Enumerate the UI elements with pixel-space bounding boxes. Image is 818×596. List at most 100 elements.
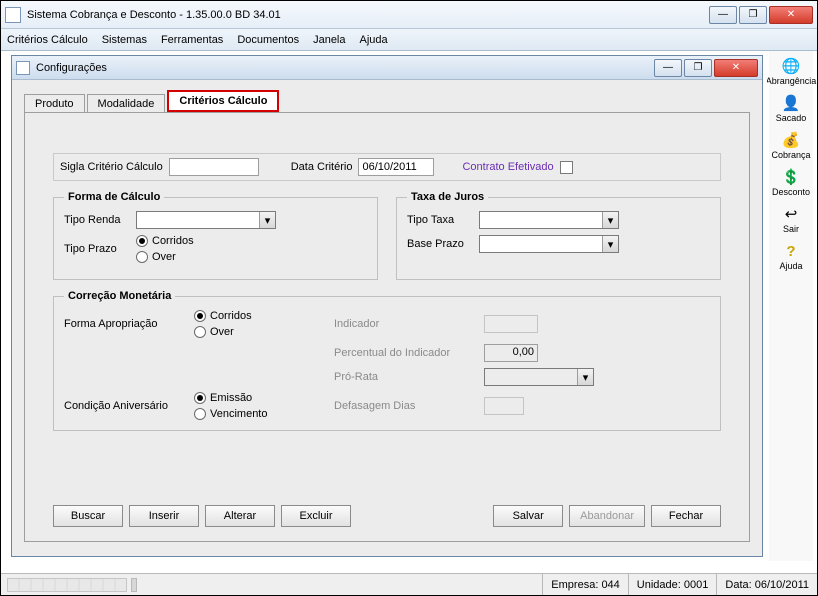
status-handle[interactable] (131, 578, 137, 592)
tool-desconto[interactable]: 💲 Desconto (772, 168, 810, 197)
tool-abrangencia[interactable]: 🌐 Abrangência (766, 57, 817, 86)
percentual-value: 0,00 (484, 344, 538, 362)
menu-janela[interactable]: Janela (313, 34, 345, 46)
tipo-taxa-label: Tipo Taxa (407, 214, 479, 226)
indicador-label: Indicador (334, 318, 474, 330)
tipo-renda-label: Tipo Renda (64, 214, 136, 226)
tipo-prazo-over-radio[interactable]: Over (136, 251, 194, 263)
help-icon: ? (782, 242, 800, 260)
globe-icon: 🌐 (782, 57, 800, 75)
chevron-down-icon: ▾ (577, 369, 593, 385)
tool-label: Ajuda (779, 261, 802, 271)
group-taxa-juros: Taxa de Juros Tipo Taxa ▾ Base Prazo (396, 191, 721, 280)
data-criterio-input[interactable] (358, 158, 434, 176)
percentual-label: Percentual do Indicador (334, 347, 474, 359)
inserir-button[interactable]: Inserir (129, 505, 199, 527)
inner-titlebar: Configurações — ❐ ✕ (12, 56, 762, 80)
group-correcao-monetaria: Correção Monetária Forma Apropriação Cor… (53, 290, 721, 431)
tab-modalidade[interactable]: Modalidade (87, 94, 166, 113)
cond-aniv-venc-radio[interactable]: Vencimento (194, 408, 324, 420)
minimize-button[interactable]: — (709, 6, 737, 24)
tool-sacado[interactable]: 👤 Sacado (776, 94, 807, 123)
radio-icon (194, 326, 206, 338)
defasagem-box (484, 397, 524, 415)
inner-minimize-button[interactable]: — (654, 59, 682, 77)
tool-label: Sacado (776, 113, 807, 123)
salvar-button[interactable]: Salvar (493, 505, 563, 527)
tab-criterios-calculo[interactable]: Critérios Cálculo (167, 90, 279, 112)
tab-panel: Sigla Critério Cálculo Data Critério Con… (24, 112, 750, 542)
taxa-juros-legend: Taxa de Juros (407, 191, 488, 203)
prorata-combo[interactable]: ▾ (484, 368, 594, 386)
contrato-efetivado-checkbox[interactable] (560, 161, 573, 174)
criterio-header-row: Sigla Critério Cálculo Data Critério Con… (53, 153, 721, 181)
inner-app-icon (16, 61, 30, 75)
sigla-label: Sigla Critério Cálculo (60, 161, 163, 173)
menu-ajuda[interactable]: Ajuda (360, 34, 388, 46)
radio-icon (194, 392, 206, 404)
radio-label: Vencimento (210, 408, 267, 420)
radio-label: Over (152, 251, 176, 263)
contrato-efetivado-label: Contrato Efetivado (462, 161, 553, 173)
tab-produto[interactable]: Produto (24, 94, 85, 113)
tool-cobranca[interactable]: 💰 Cobrança (771, 131, 810, 160)
forma-aprop-label: Forma Apropriação (64, 318, 184, 330)
cond-aniv-emissao-radio[interactable]: Emissão (194, 392, 324, 404)
indicador-box (484, 315, 538, 333)
status-unidade: Unidade: 0001 (628, 574, 717, 595)
menu-criterios-calculo[interactable]: Critérios Cálculo (7, 34, 88, 46)
tab-strip: Produto Modalidade Critérios Cálculo (24, 88, 750, 112)
menu-ferramentas[interactable]: Ferramentas (161, 34, 223, 46)
inner-close-button[interactable]: ✕ (714, 59, 758, 77)
radio-icon (194, 310, 206, 322)
statusbar: Empresa: 044 Unidade: 0001 Data: 06/10/2… (1, 573, 817, 595)
sigla-input[interactable] (169, 158, 259, 176)
right-toolbar: 🌐 Abrangência 👤 Sacado 💰 Cobrança 💲 Desc… (769, 51, 813, 561)
menu-documentos[interactable]: Documentos (237, 34, 299, 46)
inner-window-title: Configurações (36, 62, 654, 74)
defasagem-label: Defasagem Dias (334, 400, 474, 412)
tool-label: Sair (783, 224, 799, 234)
tool-ajuda[interactable]: ? Ajuda (779, 242, 802, 271)
money-bag-icon: 💰 (782, 131, 800, 149)
inner-maximize-button[interactable]: ❐ (684, 59, 712, 77)
forma-aprop-corridos-radio[interactable]: Corridos (194, 310, 324, 322)
inner-window: Configurações — ❐ ✕ Produto Modalidade C… (11, 55, 763, 557)
base-prazo-label: Base Prazo (407, 238, 479, 250)
chevron-down-icon: ▾ (259, 212, 275, 228)
tool-label: Desconto (772, 187, 810, 197)
tipo-prazo-label: Tipo Prazo (64, 243, 136, 255)
base-prazo-combo[interactable]: ▾ (479, 235, 619, 253)
person-icon: 👤 (782, 94, 800, 112)
button-row: Buscar Inserir Alterar Excluir Salvar Ab… (53, 505, 721, 527)
correcao-legend: Correção Monetária (64, 290, 175, 302)
tool-label: Abrangência (766, 76, 817, 86)
data-criterio-label: Data Critério (291, 161, 353, 173)
maximize-button[interactable]: ❐ (739, 6, 767, 24)
tipo-prazo-corridos-radio[interactable]: Corridos (136, 235, 194, 247)
radio-label: Corridos (152, 235, 194, 247)
radio-label: Corridos (210, 310, 252, 322)
abandonar-button[interactable]: Abandonar (569, 505, 645, 527)
radio-label: Over (210, 326, 234, 338)
buscar-button[interactable]: Buscar (53, 505, 123, 527)
status-empresa: Empresa: 044 (542, 574, 628, 595)
tipo-renda-combo[interactable]: ▾ (136, 211, 276, 229)
window-title: Sistema Cobrança e Desconto - 1.35.00.0 … (27, 9, 709, 21)
chevron-down-icon: ▾ (602, 212, 618, 228)
menu-sistemas[interactable]: Sistemas (102, 34, 147, 46)
alterar-button[interactable]: Alterar (205, 505, 275, 527)
group-row: Forma de Cálculo Tipo Renda ▾ Tipo Prazo (53, 191, 721, 280)
tool-sair[interactable]: ↩ Sair (782, 205, 800, 234)
radio-icon (194, 408, 206, 420)
window-controls: — ❐ ✕ (709, 6, 813, 24)
cond-aniv-label: Condição Aniversário (64, 400, 184, 412)
forma-calculo-legend: Forma de Cálculo (64, 191, 164, 203)
inner-window-controls: — ❐ ✕ (654, 59, 758, 77)
excluir-button[interactable]: Excluir (281, 505, 351, 527)
tipo-taxa-combo[interactable]: ▾ (479, 211, 619, 229)
forma-aprop-over-radio[interactable]: Over (194, 326, 324, 338)
fechar-button[interactable]: Fechar (651, 505, 721, 527)
discount-icon: 💲 (782, 168, 800, 186)
close-button[interactable]: ✕ (769, 6, 813, 24)
